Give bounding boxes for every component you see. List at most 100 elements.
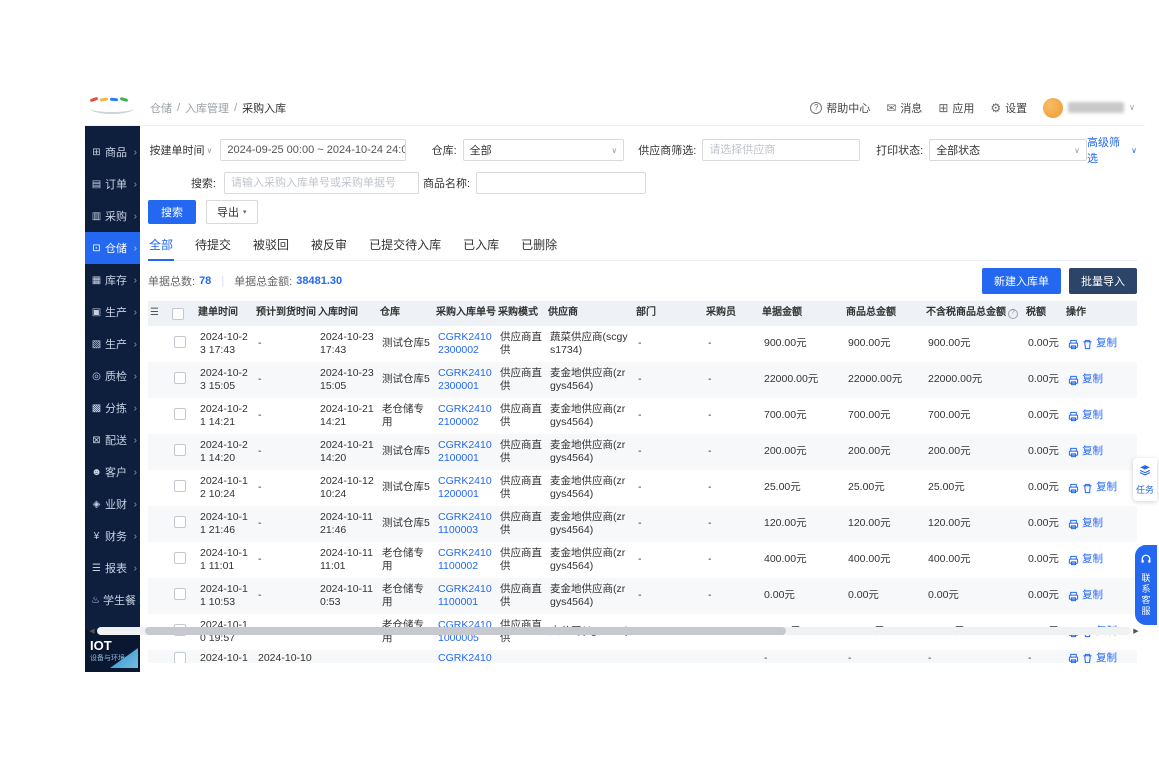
contact-support-widget[interactable]: 联系客服 bbox=[1135, 545, 1157, 625]
delete-icon[interactable] bbox=[1082, 483, 1093, 494]
copy-link[interactable]: 复制 bbox=[1082, 517, 1103, 530]
search-button[interactable]: 搜索 bbox=[148, 200, 196, 224]
print-icon[interactable] bbox=[1068, 447, 1079, 458]
create-inbound-button[interactable]: 新建入库单 bbox=[982, 268, 1061, 294]
copy-link[interactable]: 复制 bbox=[1096, 337, 1117, 350]
print-icon[interactable] bbox=[1068, 339, 1079, 350]
table-row: 2024-10-12 10:24 - 2024-10-12 10:24 测试仓库… bbox=[148, 470, 1137, 506]
table-row: 2024-10-21 14:21 - 2024-10-21 14:21 老仓储专… bbox=[148, 398, 1137, 434]
scrollbar-track[interactable] bbox=[97, 626, 1131, 635]
column-settings-icon[interactable]: ☰ bbox=[150, 307, 159, 320]
delete-icon[interactable] bbox=[1082, 339, 1093, 350]
row-checkbox[interactable] bbox=[174, 652, 186, 663]
order-no-link[interactable]: CGRK24101100002 bbox=[434, 545, 496, 575]
sidebar-item[interactable]: ▣ 生产 › bbox=[85, 296, 140, 328]
order-no-link[interactable]: CGRK24102300002 bbox=[434, 329, 496, 359]
print-icon[interactable] bbox=[1068, 411, 1079, 422]
total-amount-label: 单据总金额: bbox=[234, 276, 293, 288]
copy-link[interactable]: 复制 bbox=[1096, 652, 1117, 663]
copy-link[interactable]: 复制 bbox=[1096, 481, 1117, 494]
breadcrumb-sub[interactable]: 入库管理 bbox=[185, 100, 229, 116]
sidebar-item[interactable]: ⊞ 商品 › bbox=[85, 136, 140, 168]
sidebar-item[interactable]: ▤ 订单 › bbox=[85, 168, 140, 200]
user-menu[interactable]: ∨ bbox=[1043, 97, 1135, 118]
order-no-link[interactable]: CGRK241010 bbox=[434, 650, 496, 663]
sidebar-item[interactable]: ▩ 分拣 › bbox=[85, 392, 140, 424]
export-button[interactable]: 导出 ▾ bbox=[206, 200, 258, 224]
sidebar-item[interactable]: ◎ 质检 › bbox=[85, 360, 140, 392]
print-icon[interactable] bbox=[1068, 555, 1079, 566]
date-range-input[interactable]: 2024-09-25 00:00 ~ 2024-10-24 24:00 ▦ bbox=[220, 139, 406, 161]
breadcrumb-section[interactable]: 仓储 bbox=[150, 100, 172, 116]
row-checkbox[interactable] bbox=[174, 335, 186, 348]
sidebar-item[interactable]: ¥ 财务 › bbox=[85, 520, 140, 552]
print-icon[interactable] bbox=[1068, 591, 1079, 602]
row-checkbox[interactable] bbox=[174, 407, 186, 420]
chevron-right-icon: › bbox=[133, 370, 137, 382]
horizontal-scrollbar[interactable]: ◀ ▶ bbox=[87, 625, 1141, 636]
apps-button[interactable]: ⊞ 应用 bbox=[938, 100, 974, 116]
print-icon[interactable] bbox=[1068, 375, 1079, 386]
status-tab[interactable]: 待提交 bbox=[194, 231, 232, 260]
chevron-right-icon: › bbox=[133, 530, 137, 542]
sidebar-item[interactable]: ⊠ 配送 › bbox=[85, 424, 140, 456]
status-tab[interactable]: 全部 bbox=[148, 231, 175, 261]
warehouse-select[interactable]: 全部 ∨ bbox=[462, 139, 625, 161]
copy-link[interactable]: 复制 bbox=[1082, 589, 1103, 602]
sidebar-item[interactable]: ▥ 采购 › bbox=[85, 200, 140, 232]
order-no-link[interactable]: CGRK24101200001 bbox=[434, 473, 496, 503]
delete-icon[interactable] bbox=[1082, 653, 1093, 663]
sidebar-item[interactable]: ⊡ 仓储 › bbox=[85, 232, 140, 264]
copy-link[interactable]: 复制 bbox=[1082, 373, 1103, 386]
scrollbar-thumb[interactable] bbox=[145, 626, 787, 635]
sidebar-item[interactable]: ☻ 客户 › bbox=[85, 456, 140, 488]
row-checkbox[interactable] bbox=[174, 371, 186, 384]
sidebar: ⊞ 商品 › ▤ 订单 › ▥ 采购 › ⊡ 仓储 › ▦ 库存 › ▣ 生产 … bbox=[85, 126, 140, 672]
sidebar-item[interactable]: ◈ 业财 › bbox=[85, 488, 140, 520]
status-tab[interactable]: 已删除 bbox=[520, 231, 558, 260]
messages-button[interactable]: ✉ 消息 bbox=[886, 100, 922, 116]
print-icon[interactable] bbox=[1068, 519, 1079, 530]
print-status-select[interactable]: 全部状态 ∨ bbox=[929, 139, 1087, 161]
row-checkbox[interactable] bbox=[174, 515, 186, 528]
chevron-right-icon: › bbox=[133, 146, 137, 158]
order-no-link[interactable]: CGRK24102100002 bbox=[434, 401, 496, 431]
status-tab[interactable]: 已提交待入库 bbox=[368, 231, 442, 260]
sidebar-item[interactable]: ▧ 生产 › bbox=[85, 328, 140, 360]
product-name-input[interactable] bbox=[476, 172, 647, 194]
copy-link[interactable]: 复制 bbox=[1082, 553, 1103, 566]
print-icon[interactable] bbox=[1068, 483, 1079, 494]
scroll-left-icon[interactable]: ◀ bbox=[87, 627, 97, 635]
tasks-widget[interactable]: 任务 bbox=[1133, 458, 1157, 501]
order-no-link[interactable]: CGRK24101100003 bbox=[434, 509, 496, 539]
print-icon[interactable] bbox=[1068, 653, 1079, 663]
sidebar-item-label: 生产 bbox=[105, 339, 127, 351]
sidebar-item[interactable]: ♨ 学生餐 › bbox=[85, 584, 140, 616]
status-tab[interactable]: 被反审 bbox=[310, 231, 348, 260]
order-no-link[interactable]: CGRK24102300001 bbox=[434, 365, 496, 395]
status-tab[interactable]: 已入库 bbox=[462, 231, 500, 260]
order-search-input[interactable] bbox=[224, 172, 419, 194]
settings-button[interactable]: ⚙ 设置 bbox=[990, 100, 1027, 116]
date-type-select[interactable]: 按建单时间 ∨ bbox=[148, 142, 212, 158]
advanced-filter-link[interactable]: 高级筛选 ∨ bbox=[1087, 134, 1137, 166]
status-tab[interactable]: 被驳回 bbox=[252, 231, 290, 260]
help-center-button[interactable]: ? 帮助中心 bbox=[810, 100, 870, 116]
select-all-checkbox[interactable] bbox=[172, 307, 184, 320]
sidebar-item[interactable]: ▦ 库存 › bbox=[85, 264, 140, 296]
info-icon[interactable]: ? bbox=[1008, 308, 1018, 319]
order-no-link[interactable]: CGRK24102100001 bbox=[434, 437, 496, 467]
copy-link[interactable]: 复制 bbox=[1082, 409, 1103, 422]
row-checkbox[interactable] bbox=[174, 587, 186, 600]
sidebar-item-label: 学生餐 bbox=[102, 595, 136, 607]
supplier-filter-input[interactable] bbox=[702, 139, 861, 161]
copy-link[interactable]: 复制 bbox=[1082, 445, 1103, 458]
chevron-right-icon: › bbox=[133, 402, 137, 414]
row-checkbox[interactable] bbox=[174, 551, 186, 564]
row-checkbox[interactable] bbox=[174, 443, 186, 456]
scroll-right-icon[interactable]: ▶ bbox=[1131, 627, 1141, 635]
sidebar-item[interactable]: ☰ 报表 › bbox=[85, 552, 140, 584]
row-checkbox[interactable] bbox=[174, 479, 186, 492]
order-no-link[interactable]: CGRK24101100001 bbox=[434, 581, 496, 611]
batch-import-button[interactable]: 批量导入 bbox=[1069, 268, 1137, 294]
